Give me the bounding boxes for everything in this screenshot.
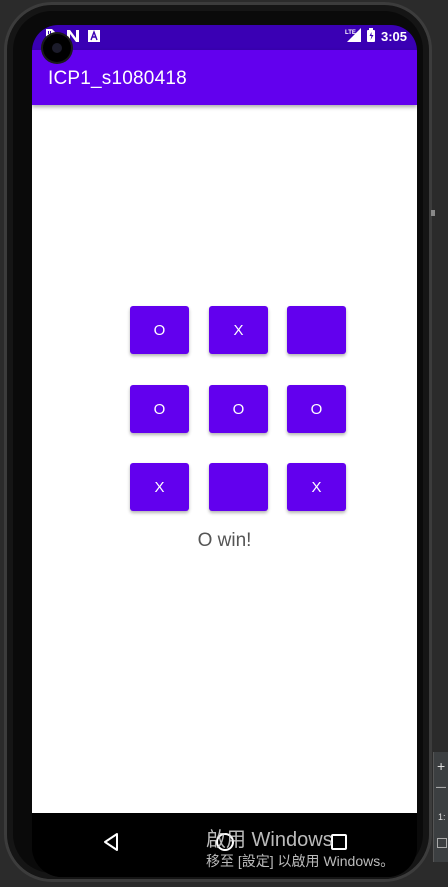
board-cell-6[interactable]: X xyxy=(130,463,189,511)
svg-text:LTE: LTE xyxy=(345,30,356,36)
board-cell-3[interactable]: O xyxy=(130,385,189,433)
phone-frame: LTE 3:05 ICP1_s1080418 O X O O O X X O w… xyxy=(4,2,432,882)
lte-signal-icon: LTE xyxy=(345,28,361,45)
board-cell-4[interactable]: O xyxy=(209,385,268,433)
zoom-in-button[interactable]: + xyxy=(437,758,445,774)
board-cell-8[interactable]: X xyxy=(287,463,346,511)
main-content: O X O O O X X O win! xyxy=(32,105,417,813)
device-screen: LTE 3:05 ICP1_s1080418 O X O O O X X O w… xyxy=(32,25,417,877)
battery-icon xyxy=(366,28,375,45)
watermark-title: 啟用 Windows xyxy=(206,829,333,851)
zoom-out-button[interactable]: — xyxy=(436,782,446,793)
back-icon[interactable] xyxy=(96,827,126,857)
emulator-side-panel: + — 1: xyxy=(433,752,448,862)
app-bar: ICP1_s1080418 xyxy=(32,50,417,105)
board-cell-2[interactable] xyxy=(287,306,346,354)
result-text: O win! xyxy=(197,530,252,551)
watermark-subtitle: 移至 [設定] 以啟用 Windows。 xyxy=(206,853,395,869)
board-cell-1[interactable]: X xyxy=(209,306,268,354)
status-bar: LTE 3:05 xyxy=(32,25,417,50)
app-title: ICP1_s1080418 xyxy=(48,68,187,89)
board-cell-5[interactable]: O xyxy=(287,385,346,433)
windows-activation-watermark: 啟用 Windows 移至 [設定] 以啟用 Windows。 xyxy=(206,828,394,870)
status-time: 3:05 xyxy=(380,29,407,44)
fit-screen-icon[interactable] xyxy=(437,838,447,848)
front-camera xyxy=(43,34,71,62)
side-panel-number: 1: xyxy=(438,812,446,822)
board-cell-0[interactable]: O xyxy=(130,306,189,354)
board-cell-7[interactable] xyxy=(209,463,268,511)
app-notification-icon xyxy=(88,29,100,43)
emulator-side-handle xyxy=(431,210,435,216)
